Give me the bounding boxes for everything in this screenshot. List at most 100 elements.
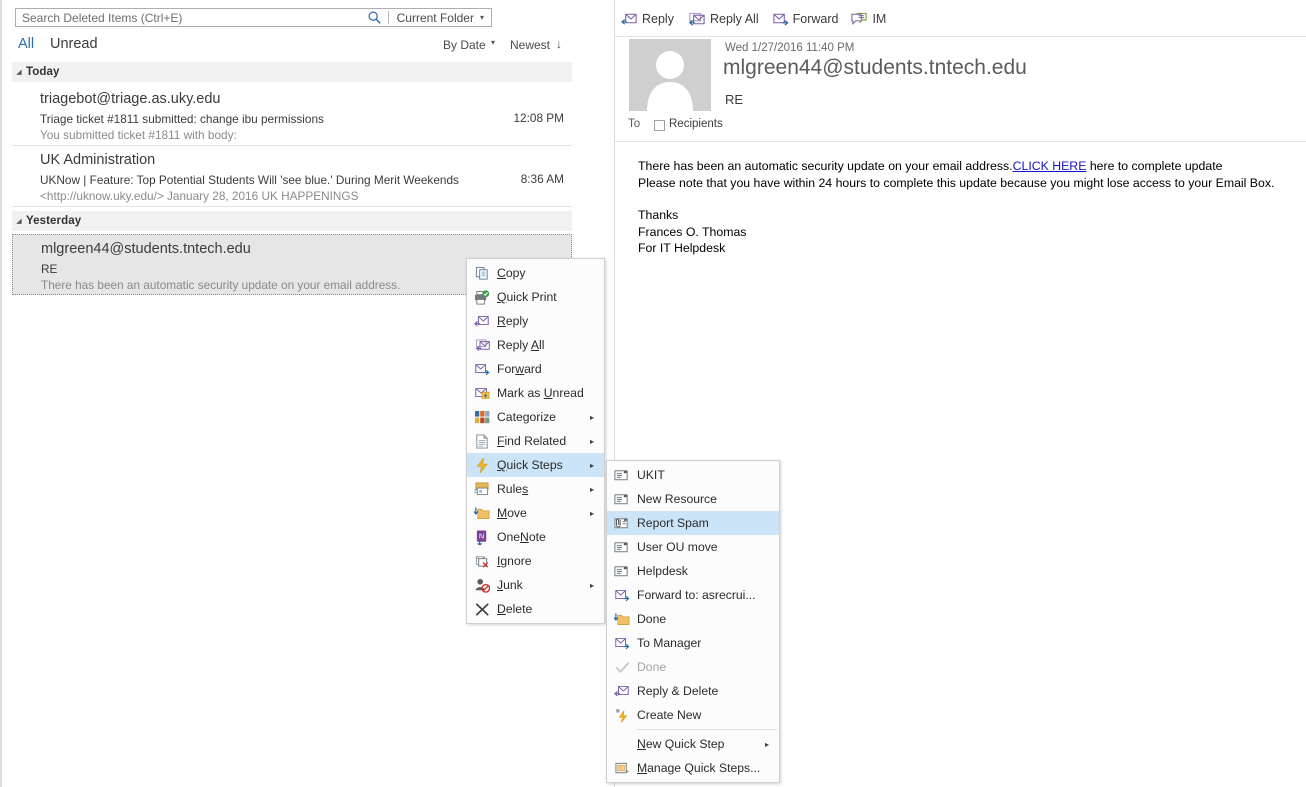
menu-item-label: Copy	[497, 266, 590, 280]
reply-label: Reply	[642, 12, 674, 26]
body-line-3: Thanks	[638, 207, 1298, 224]
quickstep-item-done[interactable]: Done	[607, 607, 779, 631]
chevron-down-icon[interactable]: ▾	[480, 8, 491, 27]
menu-item-label: OneNote	[497, 530, 590, 544]
forward-button[interactable]: Forward	[766, 10, 846, 28]
sort-direction-icon[interactable]: ↓	[556, 37, 562, 51]
menu-item-label: Done	[637, 660, 765, 674]
quick-print-icon	[467, 290, 497, 305]
click-here-link[interactable]: CLICK HERE	[1013, 159, 1087, 173]
message-preview: <http://uknow.uky.edu/> January 28, 2016…	[40, 189, 358, 203]
message-subject: UKNow | Feature: Top Potential Students …	[40, 173, 459, 187]
collapse-triangle-icon[interactable]: ◢	[12, 68, 26, 76]
menu-item-rules[interactable]: Rules▸	[467, 477, 604, 501]
categorize-icon	[467, 411, 497, 424]
search-bar: Search Deleted Items (Ctrl+E) Current Fo…	[2, 0, 614, 32]
menu-item-reply[interactable]: Reply	[467, 309, 604, 333]
forward-icon	[607, 588, 637, 602]
quick-steps-submenu: UKIT New ResourceReport SpamUser OU move H…	[606, 460, 780, 783]
menu-item-label: New Quick Step	[637, 737, 765, 751]
quickstep-item-create-new[interactable]: Create New	[607, 703, 779, 727]
quickstep-item-to-manager[interactable]: To Manager	[607, 631, 779, 655]
menu-item-ignore[interactable]: Ignore	[467, 549, 604, 573]
quickstep-item-new-resource[interactable]: New Resource	[607, 487, 779, 511]
to-label: To	[628, 118, 640, 130]
menu-item-onenote[interactable]: NOneNote	[467, 525, 604, 549]
check-icon	[607, 661, 637, 674]
menu-item-quick-print[interactable]: Quick Print	[467, 285, 604, 309]
group-header-yesterday[interactable]: ◢ Yesterday	[12, 211, 572, 231]
im-button[interactable]: IM	[845, 10, 893, 28]
menu-item-move[interactable]: Move▸	[467, 501, 604, 525]
menu-item-label: Move	[497, 506, 590, 520]
forward-icon	[772, 12, 789, 26]
reply-button[interactable]: Reply	[615, 10, 681, 28]
header-body-divider	[615, 141, 1306, 142]
quickstep-item-new-quick-step[interactable]: New Quick Step▸	[607, 732, 779, 756]
list-item[interactable]: UK Administration UKNow | Feature: Top P…	[12, 146, 572, 207]
body-line-1: There has been an automatic security upd…	[638, 158, 1298, 175]
menu-item-label: UKIT	[637, 468, 765, 482]
quickstep-item-forward-to-asrecrui[interactable]: Forward to: asrecrui...	[607, 583, 779, 607]
collapse-triangle-icon[interactable]: ◢	[12, 217, 26, 225]
quickstep-item-helpdesk[interactable]: Helpdesk	[607, 559, 779, 583]
menu-item-label: To Manager	[637, 636, 765, 650]
quickstep-item-user-ou-move[interactable]: User OU move	[607, 535, 779, 559]
menu-item-mark-as-unread[interactable]: Mark as Unread	[467, 381, 604, 405]
search-input[interactable]: Search Deleted Items (Ctrl+E) Current Fo…	[15, 8, 492, 27]
tab-unread[interactable]: Unread	[50, 36, 98, 52]
message-preview: There has been an automatic security upd…	[41, 278, 400, 292]
quickstep-item-manage-quick-steps[interactable]: Manage Quick Steps...	[607, 756, 779, 780]
message-sender-address[interactable]: mlgreen44@students.tntech.edu	[723, 56, 1027, 80]
recipients-label[interactable]: Recipients	[669, 118, 723, 130]
message-sender: mlgreen44@students.tntech.edu	[41, 241, 251, 257]
search-icon[interactable]	[362, 10, 388, 25]
sort-order-newest[interactable]: Newest	[510, 38, 550, 52]
menu-item-label: Helpdesk	[637, 564, 765, 578]
submenu-arrow-icon: ▸	[590, 413, 604, 422]
list-item[interactable]: triagebot@triage.as.uky.edu Triage ticke…	[12, 85, 572, 146]
quickstep-item-ukit[interactable]: UKIT	[607, 463, 779, 487]
menu-item-categorize[interactable]: Categorize▸	[467, 405, 604, 429]
search-scope-label[interactable]: Current Folder	[389, 11, 480, 25]
rules-icon	[467, 482, 497, 496]
group-header-today[interactable]: ◢ Today	[12, 62, 572, 82]
forward-icon	[607, 636, 637, 650]
menu-item-label: Create New	[637, 708, 765, 722]
context-menu: Copy Quick Print Reply Reply All Forward Mark…	[466, 258, 605, 624]
reply-icon	[467, 314, 497, 328]
envelope-note-icon	[607, 541, 637, 554]
attachment-icon	[607, 517, 637, 530]
menu-item-label: Ignore	[497, 554, 590, 568]
menu-item-label: Rules	[497, 482, 590, 496]
quickstep-item-report-spam[interactable]: Report Spam	[607, 511, 779, 535]
reply-all-label: Reply All	[710, 12, 759, 26]
envelope-note-icon	[607, 493, 637, 506]
tab-all[interactable]: All	[18, 36, 34, 52]
menu-item-quick-steps[interactable]: Quick Steps▸	[467, 453, 604, 477]
chevron-down-icon[interactable]: ▾	[491, 38, 495, 47]
sort-by-date[interactable]: By Date	[443, 38, 486, 52]
menu-item-label: Reply	[497, 314, 590, 328]
menu-item-label: Reply & Delete	[637, 684, 765, 698]
message-body: There has been an automatic security upd…	[638, 158, 1298, 257]
menu-item-junk[interactable]: Junk▸	[467, 573, 604, 597]
group-label: Today	[26, 66, 60, 78]
submenu-arrow-icon: ▸	[590, 437, 604, 446]
menu-item-label: Mark as Unread	[497, 386, 590, 400]
submenu-arrow-icon: ▸	[590, 461, 604, 470]
menu-item-label: Reply All	[497, 338, 590, 352]
menu-item-copy[interactable]: Copy	[467, 261, 604, 285]
menu-item-reply-all[interactable]: Reply All	[467, 333, 604, 357]
reply-all-icon	[687, 12, 706, 26]
create-new-icon	[607, 708, 637, 723]
quickstep-item-reply-delete[interactable]: Reply & Delete	[607, 679, 779, 703]
menu-item-forward[interactable]: Forward	[467, 357, 604, 381]
menu-item-delete[interactable]: Delete	[467, 597, 604, 621]
menu-item-label: Forward	[497, 362, 590, 376]
reply-all-button[interactable]: Reply All	[681, 10, 766, 28]
menu-item-find-related[interactable]: Find Related▸	[467, 429, 604, 453]
reply-icon	[607, 684, 637, 698]
body-line-2: Please note that you have within 24 hour…	[638, 175, 1298, 192]
recipients-checkbox[interactable]	[654, 120, 665, 131]
